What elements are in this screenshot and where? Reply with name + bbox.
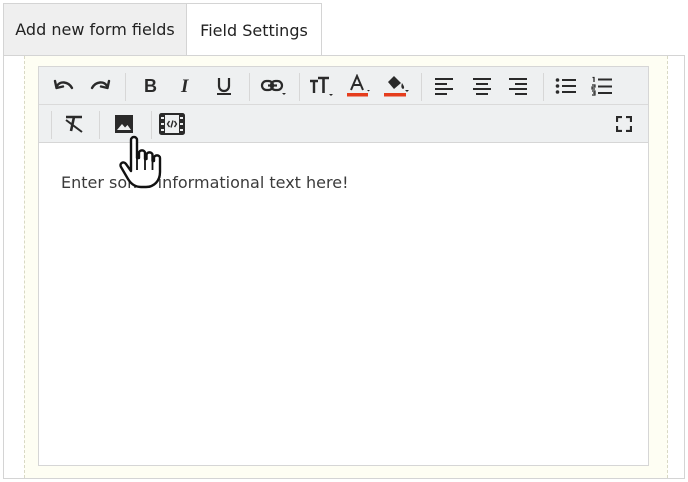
tab-field-settings[interactable]: Field Settings — [186, 3, 322, 57]
bullet-list-button[interactable] — [551, 72, 581, 100]
svg-text:I: I — [180, 77, 189, 95]
redo-button[interactable] — [85, 72, 115, 100]
editor-toolbar-row-1: B I — [39, 67, 648, 105]
tab-label: Add new form fields — [15, 20, 175, 39]
bold-button[interactable]: B — [135, 72, 165, 100]
insert-video-icon — [159, 113, 185, 135]
text-color-icon — [347, 74, 370, 97]
fullscreen-icon — [616, 116, 632, 132]
align-left-button[interactable] — [429, 72, 459, 100]
numbered-list-icon — [591, 76, 612, 96]
align-right-icon — [509, 78, 527, 95]
tab-label: Field Settings — [200, 21, 308, 40]
bold-icon: B — [144, 77, 157, 95]
undo-icon — [53, 79, 74, 90]
toolbar-separator — [543, 73, 544, 101]
italic-icon: I — [180, 77, 189, 95]
fullscreen-button[interactable] — [609, 110, 639, 138]
italic-button[interactable]: I — [171, 72, 201, 100]
toolbar-separator — [125, 73, 126, 101]
redo-icon — [90, 79, 111, 90]
svg-text:B: B — [144, 77, 157, 95]
undo-button[interactable] — [49, 72, 79, 100]
toolbar-separator — [99, 111, 100, 139]
underline-icon — [217, 78, 231, 95]
align-right-button[interactable] — [503, 72, 533, 100]
insert-link-button[interactable] — [259, 72, 289, 100]
font-size-icon — [310, 76, 333, 96]
fill-color-icon — [384, 76, 409, 97]
insert-image-icon — [115, 115, 133, 133]
tab-add-new-form-fields[interactable]: Add new form fields — [3, 3, 187, 55]
numbered-list-button[interactable] — [587, 72, 617, 100]
link-icon — [260, 79, 286, 95]
font-size-button[interactable] — [307, 72, 337, 100]
tab-bar: Add new form fields Field Settings — [0, 0, 688, 57]
align-center-icon — [473, 78, 491, 95]
hand-pointer-cursor-icon — [119, 135, 162, 189]
text-color-button[interactable] — [343, 72, 373, 100]
toolbar-separator — [421, 73, 422, 101]
align-left-icon — [435, 78, 453, 95]
clear-format-icon — [65, 115, 83, 133]
toolbar-separator — [249, 73, 250, 101]
editor-content-text[interactable]: Enter some informational text here! — [61, 173, 348, 192]
clear-formatting-button[interactable] — [59, 110, 89, 138]
toolbar-separator — [299, 73, 300, 101]
bullet-list-icon — [555, 78, 576, 94]
rich-text-editor: B I Enter some informational text here! — [38, 66, 649, 466]
fill-color-button[interactable] — [381, 72, 411, 100]
align-center-button[interactable] — [467, 72, 497, 100]
toolbar-separator — [51, 111, 52, 139]
underline-button[interactable] — [209, 72, 239, 100]
